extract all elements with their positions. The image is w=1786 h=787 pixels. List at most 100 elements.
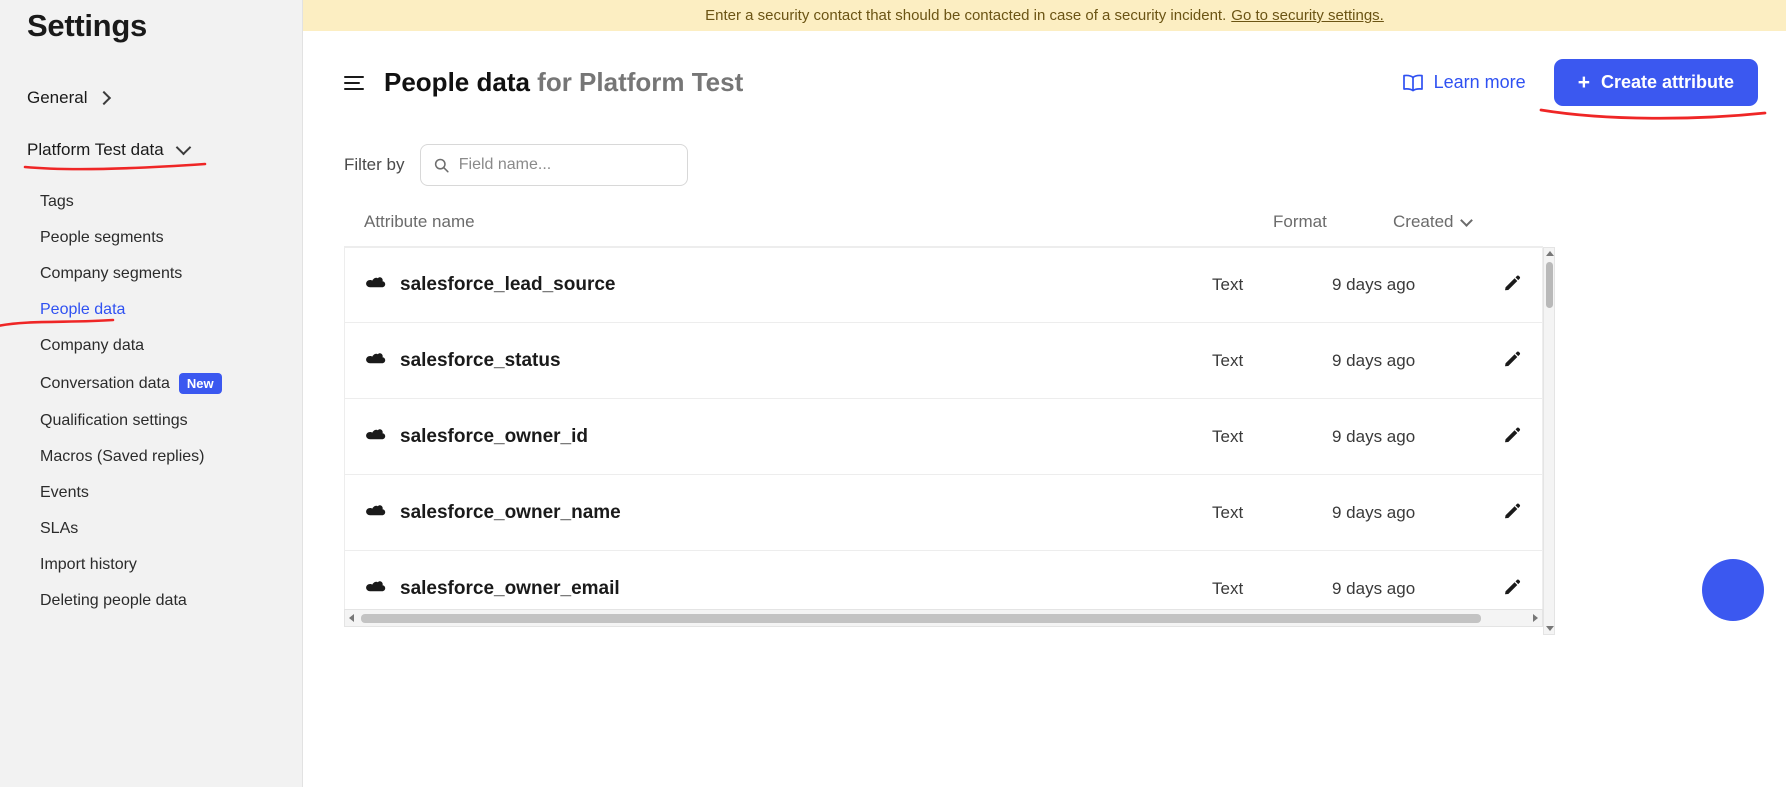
edit-attribute-button[interactable] [1482,503,1542,523]
edit-attribute-button[interactable] [1482,427,1542,447]
scroll-right-arrow-icon[interactable] [1533,614,1538,622]
column-header-format: Format [1273,212,1327,231]
sidebar-item-company-segments[interactable]: Company segments [0,256,302,292]
scrollbar-thumb[interactable] [1546,262,1553,308]
search-input[interactable] [458,156,675,174]
pencil-icon [1505,503,1521,518]
content-title: People data for Platform Test [384,67,743,98]
book-icon [1402,74,1423,91]
table-body: salesforce_lead_source Text 9 days ago s… [344,247,1555,635]
learn-more-link[interactable]: Learn more [1402,72,1526,93]
edit-attribute-button[interactable] [1482,275,1542,295]
attributes-table: Attribute name Format Created salesforce… [303,186,1786,635]
table-vertical-scrollbar[interactable] [1543,247,1555,635]
table-row[interactable]: salesforce_status Text 9 days ago [344,323,1543,399]
sidebar-item-label: Deleting people data [40,592,187,609]
pencil-icon [1505,427,1521,442]
sidebar-item-company-data[interactable]: Company data [0,328,302,364]
pencil-icon [1505,351,1521,366]
sidebar-item-deleting-people-data[interactable]: Deleting people data [0,583,302,619]
sidebar-item-events[interactable]: Events [0,475,302,511]
attribute-name-text: salesforce_owner_name [400,501,621,523]
sidebar-nav: General Platform Test data Tags People s… [0,82,302,619]
sidebar: Settings General Platform Test data Tags… [0,0,303,787]
sidebar-item-label: General [27,88,88,107]
sidebar-item-platform-test-data[interactable]: Platform Test data [0,134,302,171]
sidebar-item-import-history[interactable]: Import history [0,547,302,583]
pencil-icon [1505,275,1521,291]
cell-attribute-name: salesforce_lead_source [365,274,1212,296]
sidebar-item-conversation-data[interactable]: Conversation data New [0,364,302,403]
sidebar-item-label: Platform Test data [27,140,164,159]
cell-format: Text [1212,578,1244,598]
scroll-left-arrow-icon[interactable] [349,614,354,622]
salesforce-cloud-icon [366,504,386,515]
sidebar-item-people-segments[interactable]: People segments [0,220,302,256]
content-title-main: People data [384,67,530,97]
security-banner-text: Enter a security contact that should be … [705,7,1227,24]
sidebar-item-label: Import history [40,556,137,573]
attribute-name-text: salesforce_owner_email [400,577,620,599]
search-icon [435,158,450,172]
annotation-underline-platform-test-data [23,162,207,171]
plus-icon: + [1577,70,1590,94]
edit-attribute-button[interactable] [1482,579,1542,599]
sidebar-item-label: Conversation data [40,374,170,392]
table-horizontal-scrollbar[interactable] [344,609,1543,627]
sidebar-item-label: Macros (Saved replies) [40,448,205,465]
cell-format: Text [1212,350,1244,370]
filter-row: Filter by [303,106,1786,186]
sidebar-item-label: Events [40,484,89,501]
sidebar-sublist: Tags People segments Company segments Pe… [0,184,302,619]
content-area: People data for Platform Test Learn more… [303,31,1786,635]
table-row[interactable]: salesforce_owner_id Text 9 days ago [344,399,1543,475]
sidebar-item-macros[interactable]: Macros (Saved replies) [0,439,302,475]
cell-format: Text [1212,426,1244,446]
cell-created: 9 days ago [1332,350,1416,370]
cell-attribute-name: salesforce_status [365,350,1212,372]
scrollbar-thumb[interactable] [361,614,1481,623]
sidebar-item-label: Company segments [40,265,183,282]
cell-created: 9 days ago [1332,502,1416,522]
sidebar-item-tags[interactable]: Tags [0,184,302,220]
salesforce-cloud-icon [366,428,386,439]
table-row[interactable]: salesforce_owner_name Text 9 days ago [344,475,1543,551]
sidebar-item-label: People segments [40,229,164,246]
pencil-icon [1505,579,1521,594]
sidebar-item-label: SLAs [40,520,79,537]
edit-attribute-button[interactable] [1482,351,1542,371]
salesforce-cloud-icon [366,277,386,288]
salesforce-cloud-icon [366,352,386,363]
column-header-attribute-name: Attribute name [364,212,475,231]
sidebar-item-qualification-settings[interactable]: Qualification settings [0,403,302,439]
main-content: Enter a security contact that should be … [303,0,1786,787]
table-row[interactable]: salesforce_lead_source Text 9 days ago [344,247,1543,323]
security-banner: Enter a security contact that should be … [303,0,1786,31]
sidebar-item-general[interactable]: General [0,82,302,114]
go-to-security-settings-link[interactable]: Go to security settings. [1231,7,1384,24]
sidebar-item-label: Tags [40,193,74,210]
hamburger-icon[interactable] [344,75,364,90]
sidebar-item-people-data[interactable]: People data [0,292,302,328]
search-box[interactable] [420,144,689,186]
page-title: Settings [27,8,147,43]
chevron-down-icon [1460,213,1474,227]
table-header: Attribute name Format Created [344,212,1543,247]
sidebar-item-label: People data [40,301,126,318]
cell-created: 9 days ago [1332,426,1416,446]
column-header-created-label: Created [1393,212,1454,231]
cell-format: Text [1212,275,1244,294]
content-title-suffix: for Platform Test [529,67,744,97]
scroll-up-arrow-icon[interactable] [1546,251,1554,256]
messenger-launcher-button[interactable] [1702,559,1764,621]
cell-created: 9 days ago [1332,275,1416,294]
header-actions: Learn more + Create attribute [1402,59,1767,120]
sidebar-item-slas[interactable]: SLAs [0,511,302,547]
salesforce-cloud-icon [366,580,386,591]
column-header-created[interactable]: Created [1393,212,1543,232]
chevron-right-icon [97,90,112,106]
scroll-down-arrow-icon[interactable] [1546,626,1554,631]
attribute-name-text: salesforce_lead_source [400,274,616,295]
cell-created: 9 days ago [1332,578,1416,598]
create-attribute-button[interactable]: + Create attribute [1553,59,1758,106]
